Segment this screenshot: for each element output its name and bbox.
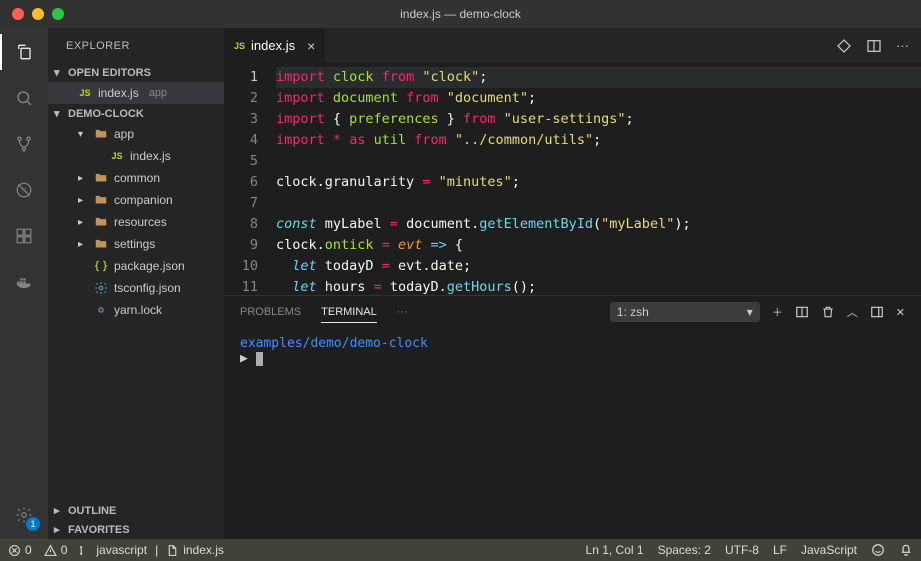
outline-section[interactable]: ▸Outline — [48, 501, 224, 520]
terminal-prompt: ▶ — [240, 351, 248, 366]
source-control-icon[interactable] — [10, 130, 38, 158]
tree-item-label: tsconfig.json — [114, 281, 181, 295]
maximize-window-button[interactable] — [52, 8, 64, 20]
open-editor-item[interactable]: JS index.js app — [48, 82, 224, 104]
line-gutter: 123456789101112 — [224, 63, 276, 295]
titlebar: index.js — demo-clock — [0, 0, 921, 28]
tree-item-label: app — [114, 127, 134, 141]
explorer-icon[interactable] — [10, 38, 38, 66]
problems-tab[interactable]: PROBLEMS — [240, 302, 301, 322]
folder-item[interactable]: ▸ resources — [48, 211, 224, 233]
tree-item-label: resources — [114, 215, 167, 229]
status-indentation[interactable]: Spaces: 2 — [658, 543, 711, 557]
panel-tabs: PROBLEMS TERMINAL ··· 1: zsh▾ ＋ ︿ ✕ — [224, 296, 921, 328]
tree-item-label: common — [114, 171, 160, 185]
kill-terminal-icon[interactable] — [821, 305, 835, 319]
debug-icon[interactable] — [10, 176, 38, 204]
explorer-sidebar: EXPLORER ▾Open Editors JS index.js app ▾… — [48, 28, 224, 539]
folder-icon — [94, 193, 108, 207]
chevron-icon: ▾ — [78, 129, 88, 140]
window-controls — [12, 8, 64, 20]
json-file-icon — [94, 259, 108, 273]
chevron-icon: ▸ — [78, 195, 88, 206]
status-lang-server[interactable]: javascript | index.js — [79, 543, 224, 557]
tree-item-label: package.json — [114, 259, 185, 273]
js-file-icon: JS — [110, 149, 124, 163]
js-file-icon: JS — [78, 86, 92, 100]
tree-item-label: yarn.lock — [114, 303, 162, 317]
diff-icon[interactable] — [836, 38, 852, 54]
settings-badge: 1 — [26, 517, 40, 531]
split-editor-icon[interactable] — [866, 38, 882, 54]
project-section[interactable]: ▾demo-clock — [48, 104, 224, 123]
file-item[interactable]: tsconfig.json — [48, 277, 224, 299]
folder-item[interactable]: ▸ common — [48, 167, 224, 189]
status-errors[interactable]: 0 — [8, 543, 32, 557]
folder-item[interactable]: ▸ companion — [48, 189, 224, 211]
main-area: 1 EXPLORER ▾Open Editors JS index.js app… — [0, 28, 921, 539]
bottom-panel: PROBLEMS TERMINAL ··· 1: zsh▾ ＋ ︿ ✕ exam… — [224, 295, 921, 539]
folder-icon — [94, 127, 108, 141]
editor-group: JS index.js × ··· 123456789101112 import… — [224, 28, 921, 539]
extensions-icon[interactable] — [10, 222, 38, 250]
close-window-button[interactable] — [12, 8, 24, 20]
open-editor-filename: index.js — [98, 86, 139, 100]
status-cursor-position[interactable]: Ln 1, Col 1 — [586, 543, 644, 557]
file-tree: ▾ app JS index.js ▸ common ▸ companion ▸ resource… — [48, 123, 224, 321]
tree-item-label: settings — [114, 237, 155, 251]
window-title: index.js — demo-clock — [400, 7, 521, 21]
terminal-cwd: examples/demo/demo-clock — [240, 336, 428, 351]
activity-bar: 1 — [0, 28, 48, 539]
panel-more-icon[interactable]: ··· — [397, 302, 408, 322]
file-item[interactable]: JS index.js — [48, 145, 224, 167]
terminal-body[interactable]: examples/demo/demo-clock ▶ — [224, 328, 921, 539]
status-encoding[interactable]: UTF-8 — [725, 543, 759, 557]
lock-file-icon — [94, 303, 108, 317]
tree-item-label: companion — [114, 193, 173, 207]
toggle-panel-icon[interactable] — [870, 305, 884, 319]
open-editor-path: app — [149, 87, 167, 99]
file-item[interactable]: yarn.lock — [48, 299, 224, 321]
settings-gear-icon[interactable]: 1 — [10, 501, 38, 529]
favorites-section[interactable]: ▸Favorites — [48, 520, 224, 539]
tab-bar: JS index.js × ··· — [224, 28, 921, 63]
status-warnings[interactable]: 0 — [44, 543, 68, 557]
file-item[interactable]: package.json — [48, 255, 224, 277]
open-editors-section[interactable]: ▾Open Editors — [48, 63, 224, 82]
notifications-icon[interactable] — [899, 543, 913, 557]
code-editor[interactable]: 123456789101112 import clock from "clock… — [224, 63, 921, 295]
close-tab-icon[interactable]: × — [307, 38, 315, 54]
status-language[interactable]: JavaScript — [801, 543, 857, 557]
status-bar: 0 0 javascript | index.js Ln 1, Col 1 Sp… — [0, 539, 921, 561]
code-content[interactable]: import clock from "clock";import documen… — [276, 63, 921, 295]
js-file-icon: JS — [234, 41, 245, 51]
folder-item[interactable]: ▾ app — [48, 123, 224, 145]
new-terminal-icon[interactable]: ＋ — [772, 304, 783, 320]
minimize-window-button[interactable] — [32, 8, 44, 20]
status-eol[interactable]: LF — [773, 543, 787, 557]
more-actions-icon[interactable]: ··· — [896, 38, 909, 53]
tab-filename: index.js — [251, 38, 295, 53]
maximize-panel-icon[interactable]: ︿ — [847, 304, 858, 320]
split-terminal-icon[interactable] — [795, 305, 809, 319]
close-panel-icon[interactable]: ✕ — [896, 306, 905, 319]
docker-icon[interactable] — [10, 268, 38, 296]
chevron-icon: ▸ — [78, 173, 88, 184]
editor-tab[interactable]: JS index.js × — [224, 28, 326, 63]
chevron-icon: ▸ — [78, 217, 88, 228]
chevron-icon: ▸ — [78, 239, 88, 250]
terminal-selector[interactable]: 1: zsh▾ — [610, 302, 760, 322]
folder-item[interactable]: ▸ settings — [48, 233, 224, 255]
sidebar-title: EXPLORER — [48, 28, 224, 63]
ts-file-icon — [94, 281, 108, 295]
terminal-tab[interactable]: TERMINAL — [321, 302, 377, 323]
terminal-cursor — [256, 352, 263, 366]
search-icon[interactable] — [10, 84, 38, 112]
folder-icon — [94, 171, 108, 185]
folder-icon — [94, 237, 108, 251]
tree-item-label: index.js — [130, 149, 171, 163]
feedback-icon[interactable] — [871, 543, 885, 557]
folder-icon — [94, 215, 108, 229]
tab-actions: ··· — [836, 28, 921, 63]
